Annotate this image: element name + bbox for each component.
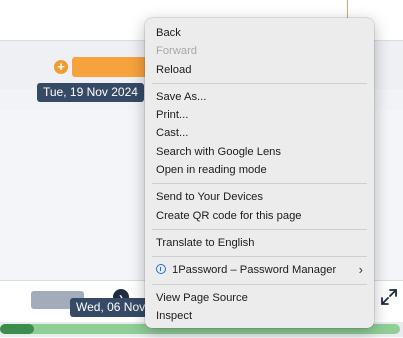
menu-item-forward: Forward: [156, 45, 198, 58]
menu-item-send-to-devices[interactable]: Send to Your Devices: [145, 188, 374, 206]
browser-context-menu: Back Forward Reload Save As... Print... …: [145, 18, 374, 328]
menu-separator: [152, 82, 367, 84]
info-circle-icon: [156, 264, 166, 275]
menu-item-save-as[interactable]: Save As...: [145, 88, 374, 106]
menu-item-translate[interactable]: Translate to English: [145, 234, 374, 252]
menu-item-view-source[interactable]: View Page Source: [145, 289, 374, 307]
menu-item-cast[interactable]: Cast...: [145, 124, 374, 142]
chevron-right-icon: ›: [358, 262, 363, 278]
today-marker-line: [347, 0, 348, 18]
menu-separator: [152, 183, 367, 185]
date-tooltip-start: Tue, 19 Nov 2024: [37, 83, 144, 102]
add-item-plus-icon[interactable]: +: [54, 60, 68, 74]
menu-separator: [152, 283, 367, 285]
menu-item-back[interactable]: Back: [145, 24, 374, 42]
date-tooltip-end: Wed, 06 Nov: [70, 298, 152, 317]
menu-item-reload[interactable]: Reload: [145, 61, 374, 79]
menu-separator: [152, 228, 367, 230]
menu-item-1password[interactable]: 1Password – Password Manager ›: [145, 261, 374, 279]
menu-item-google-lens[interactable]: Search with Google Lens: [145, 143, 374, 161]
menu-item-print[interactable]: Print...: [145, 106, 374, 124]
expand-icon[interactable]: [380, 288, 398, 306]
menu-item-inspect[interactable]: Inspect: [145, 307, 374, 325]
menu-separator: [152, 256, 367, 258]
menu-item-1password-label: 1Password – Password Manager: [172, 264, 337, 277]
menu-item-reading-mode[interactable]: Open in reading mode: [145, 161, 374, 179]
scrollbar-indicator: [0, 324, 34, 334]
menu-item-qr-code[interactable]: Create QR code for this page: [145, 207, 374, 225]
